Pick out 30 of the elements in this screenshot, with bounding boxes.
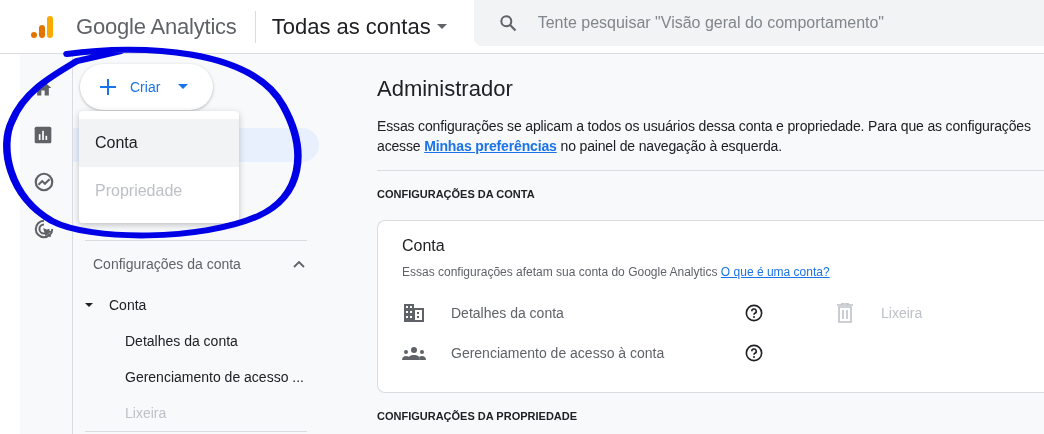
help-icon[interactable] xyxy=(745,304,763,322)
people-icon xyxy=(402,346,426,360)
section-heading: CONFIGURAÇÕES DA CONTA xyxy=(377,188,536,200)
caret-icon xyxy=(436,23,447,30)
product-name: Google Analytics xyxy=(76,13,237,40)
nav-item[interactable]: Detalhes da conta xyxy=(73,323,336,359)
search-icon xyxy=(497,12,518,33)
building-icon xyxy=(402,303,426,323)
help-link[interactable]: O que é uma conta? xyxy=(720,265,830,279)
setting-link[interactable]: Detalhes da conta xyxy=(451,305,745,321)
help-icon[interactable] xyxy=(745,344,763,362)
create-button[interactable]: Criar xyxy=(80,64,213,110)
chevron-icon xyxy=(293,260,305,268)
plus-icon xyxy=(100,79,116,95)
setting-link[interactable]: Gerenciamento de acesso à conta xyxy=(451,345,745,361)
analytics-logo-icon xyxy=(30,14,54,39)
search-field[interactable]: Tente pesquisar "Visão geral do comportamento" xyxy=(473,0,1044,46)
menu-item[interactable]: Conta xyxy=(79,119,239,167)
preferences-link[interactable]: Minhas preferências xyxy=(424,138,557,154)
section-heading: CONFIGURAÇÕES DA PROPRIEDADE xyxy=(377,410,579,422)
account-picker[interactable]: Todas as contas xyxy=(271,13,447,40)
description-text: Essas configurações se aplicam a todos os usuários dessa conta e propriedade. Para que as configurações acesse Minhas preferências no painel de navegação à esquerda. xyxy=(377,117,1032,156)
caret-icon xyxy=(178,84,189,90)
caret-icon xyxy=(85,302,93,308)
nav-item[interactable]: Gerenciamento de acesso ... xyxy=(73,359,336,395)
section-header[interactable]: Configurações da conta xyxy=(73,241,336,287)
card-text: Essas configurações afetam sua conta do Google Analytics O que é uma conta? xyxy=(402,265,831,279)
card-title: Conta xyxy=(402,237,446,255)
nav-item[interactable]: Conta xyxy=(73,287,336,323)
page-title: Administrador xyxy=(377,76,514,102)
